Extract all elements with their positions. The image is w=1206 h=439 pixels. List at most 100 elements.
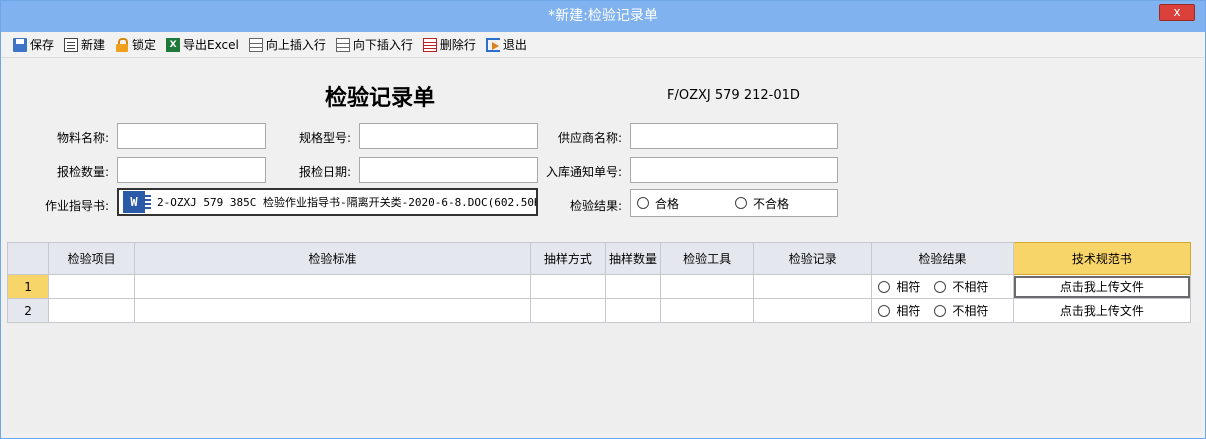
grid-cell[interactable]	[529, 298, 606, 323]
spec-model-field[interactable]	[359, 123, 538, 149]
upload-file-button[interactable]: 点击我上传文件	[1012, 274, 1192, 299]
delete-row-icon	[422, 37, 437, 52]
radio-circle-icon	[934, 304, 947, 317]
grid-cell[interactable]	[48, 274, 136, 299]
result-fail-option[interactable]: 不合格	[735, 195, 789, 212]
inspection-record-window: *新建:检验记录单 x 保存 新建 锁定 X 导出Excel 向上插入行 向下插…	[0, 0, 1206, 439]
save-label: 保存	[30, 38, 55, 52]
new-label: 新建	[81, 38, 106, 52]
grid-cell[interactable]	[604, 274, 662, 299]
grid-cell[interactable]	[660, 298, 755, 323]
column-header[interactable]: 检验结果	[871, 242, 1014, 275]
insert-row-below-button[interactable]: 向下插入行	[335, 36, 413, 53]
result-fail-label: 不合格	[753, 196, 790, 211]
toolbar: 保存 新建 锁定 X 导出Excel 向上插入行 向下插入行 删除行 退出	[1, 32, 1205, 58]
table-row: 1 相符 不相符 点击我上传文件	[6, 274, 1192, 299]
column-header[interactable]: 技术规范书	[1012, 242, 1192, 275]
save-button[interactable]: 保存	[13, 36, 54, 53]
material-name-field[interactable]	[117, 123, 266, 149]
delete-row-label: 删除行	[439, 38, 476, 52]
save-icon	[13, 37, 27, 52]
result-pass-label: 合格	[655, 196, 680, 211]
work-guide-label: 作业指导书:	[44, 199, 109, 213]
nonconform-label: 不相符	[952, 280, 989, 294]
table-row: 2 相符 不相符 点击我上传文件	[6, 298, 1192, 323]
lock-button[interactable]: 锁定	[115, 36, 156, 53]
lock-icon	[115, 37, 129, 52]
conform-label: 相符	[896, 280, 921, 294]
nonconform-option[interactable]: 不相符	[934, 278, 988, 295]
grid-cell[interactable]	[134, 298, 531, 323]
exit-icon	[485, 37, 500, 52]
word-doc-icon: W	[123, 191, 151, 213]
export-excel-label: 导出Excel	[183, 38, 239, 52]
inspect-qty-label: 报检数量:	[56, 165, 109, 179]
row-number[interactable]: 1	[6, 274, 50, 299]
result-cell: 相符 不相符	[871, 298, 1014, 323]
form-area: 检验记录单 F/OZXJ 579 212-01D 物料名称: 规格型号: 供应商…	[7, 59, 1201, 239]
inspect-qty-field[interactable]	[117, 157, 266, 183]
nonconform-option[interactable]: 不相符	[934, 302, 988, 319]
grid-cell[interactable]	[753, 274, 873, 299]
inspect-date-label: 报检日期:	[298, 165, 351, 179]
result-label: 检验结果:	[569, 199, 622, 213]
grid-cell[interactable]	[48, 298, 136, 323]
conform-option[interactable]: 相符	[878, 302, 920, 319]
insert-row-above-icon	[248, 37, 263, 52]
column-header[interactable]: 检验标准	[134, 242, 531, 275]
grid-cell[interactable]	[604, 298, 662, 323]
material-name-label: 物料名称:	[56, 131, 109, 145]
supplier-name-label: 供应商名称:	[557, 131, 622, 145]
insert-row-above-button[interactable]: 向上插入行	[248, 36, 326, 53]
exit-label: 退出	[502, 38, 527, 52]
result-cell: 相符 不相符	[871, 274, 1014, 299]
supplier-name-field[interactable]	[630, 123, 838, 149]
column-header[interactable]: 抽样数量	[604, 242, 662, 275]
work-guide-file-name: 2-OZXJ 579 385C 检验作业指导书-隔离开关类-2020-6-8.D…	[157, 196, 538, 209]
excel-icon: X	[166, 37, 181, 52]
lock-label: 锁定	[132, 38, 157, 52]
warehouse-notice-label: 入库通知单号:	[545, 165, 622, 179]
column-header[interactable]: 检验工具	[660, 242, 755, 275]
form-title: 检验记录单	[325, 86, 436, 111]
inspection-grid: 检验项目 检验标准 抽样方式 抽样数量 检验工具 检验记录 检验结果 技术规范书…	[6, 242, 1192, 323]
window-titlebar: *新建:检验记录单 x	[1, 1, 1205, 32]
delete-row-button[interactable]: 删除行	[422, 36, 476, 53]
window-title: *新建:检验记录单	[548, 8, 658, 24]
conform-label: 相符	[896, 304, 921, 318]
new-icon	[64, 37, 79, 52]
new-button[interactable]: 新建	[64, 36, 105, 53]
grid-cell[interactable]	[134, 274, 531, 299]
spec-model-label: 规格型号:	[298, 131, 351, 145]
export-excel-button[interactable]: X 导出Excel	[166, 36, 239, 53]
radio-circle-icon	[735, 197, 747, 209]
insert-row-above-label: 向上插入行	[265, 38, 326, 52]
grid-header-row: 检验项目 检验标准 抽样方式 抽样数量 检验工具 检验记录 检验结果 技术规范书	[6, 242, 1192, 275]
column-header[interactable]: 检验项目	[48, 242, 136, 275]
close-button[interactable]: x	[1159, 4, 1195, 21]
radio-circle-icon	[637, 197, 649, 209]
grid-cell[interactable]	[753, 298, 873, 323]
result-radio-group: 合格 不合格	[630, 189, 838, 217]
conform-option[interactable]: 相符	[878, 278, 920, 295]
row-number-header	[6, 242, 50, 275]
work-guide-file-field[interactable]: W 2-OZXJ 579 385C 检验作业指导书-隔离开关类-2020-6-8…	[117, 188, 538, 216]
radio-circle-icon	[934, 280, 947, 293]
insert-row-below-icon	[335, 37, 350, 52]
insert-row-below-label: 向下插入行	[352, 38, 413, 52]
result-pass-option[interactable]: 合格	[637, 195, 735, 212]
warehouse-notice-field[interactable]	[630, 157, 838, 183]
radio-circle-icon	[878, 280, 891, 293]
radio-circle-icon	[878, 304, 891, 317]
upload-file-button[interactable]: 点击我上传文件	[1012, 298, 1192, 323]
column-header[interactable]: 检验记录	[753, 242, 873, 275]
inspect-date-field[interactable]	[359, 157, 538, 183]
form-code: F/OZXJ 579 212-01D	[667, 88, 800, 103]
column-header[interactable]: 抽样方式	[529, 242, 606, 275]
grid-cell[interactable]	[529, 274, 606, 299]
grid-empty-area	[7, 323, 1201, 433]
nonconform-label: 不相符	[952, 304, 989, 318]
grid-cell[interactable]	[660, 274, 755, 299]
row-number[interactable]: 2	[6, 298, 50, 323]
exit-button[interactable]: 退出	[485, 36, 527, 53]
